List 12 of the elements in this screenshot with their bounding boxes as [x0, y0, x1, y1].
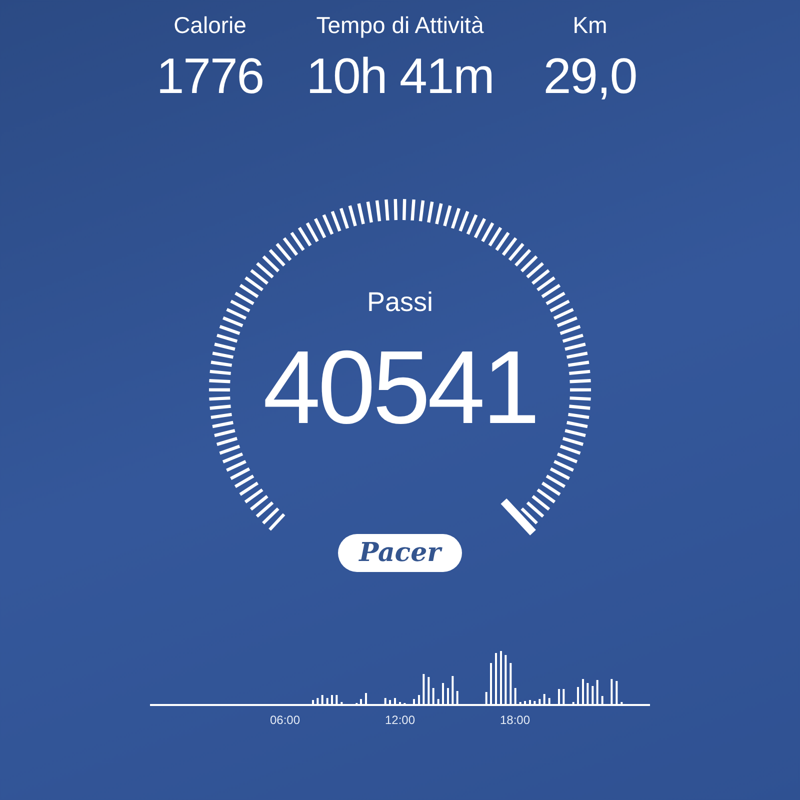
- time-label: 06:00: [270, 713, 300, 727]
- pacer-logo: Pacer: [338, 534, 462, 572]
- steps-label: Passi: [366, 286, 434, 318]
- time-label: 18:00: [500, 713, 530, 727]
- stat-value: 29,0: [543, 47, 637, 106]
- time-label: 12:00: [384, 713, 416, 727]
- stat-label: Tempo di Attività: [316, 11, 484, 40]
- stat-value: 1776: [156, 47, 264, 106]
- stat-label: Calorie: [174, 11, 246, 40]
- steps-count: 40541: [262, 330, 538, 446]
- stat-label: Km: [572, 11, 608, 40]
- stat-value: 10h 41m: [306, 47, 494, 106]
